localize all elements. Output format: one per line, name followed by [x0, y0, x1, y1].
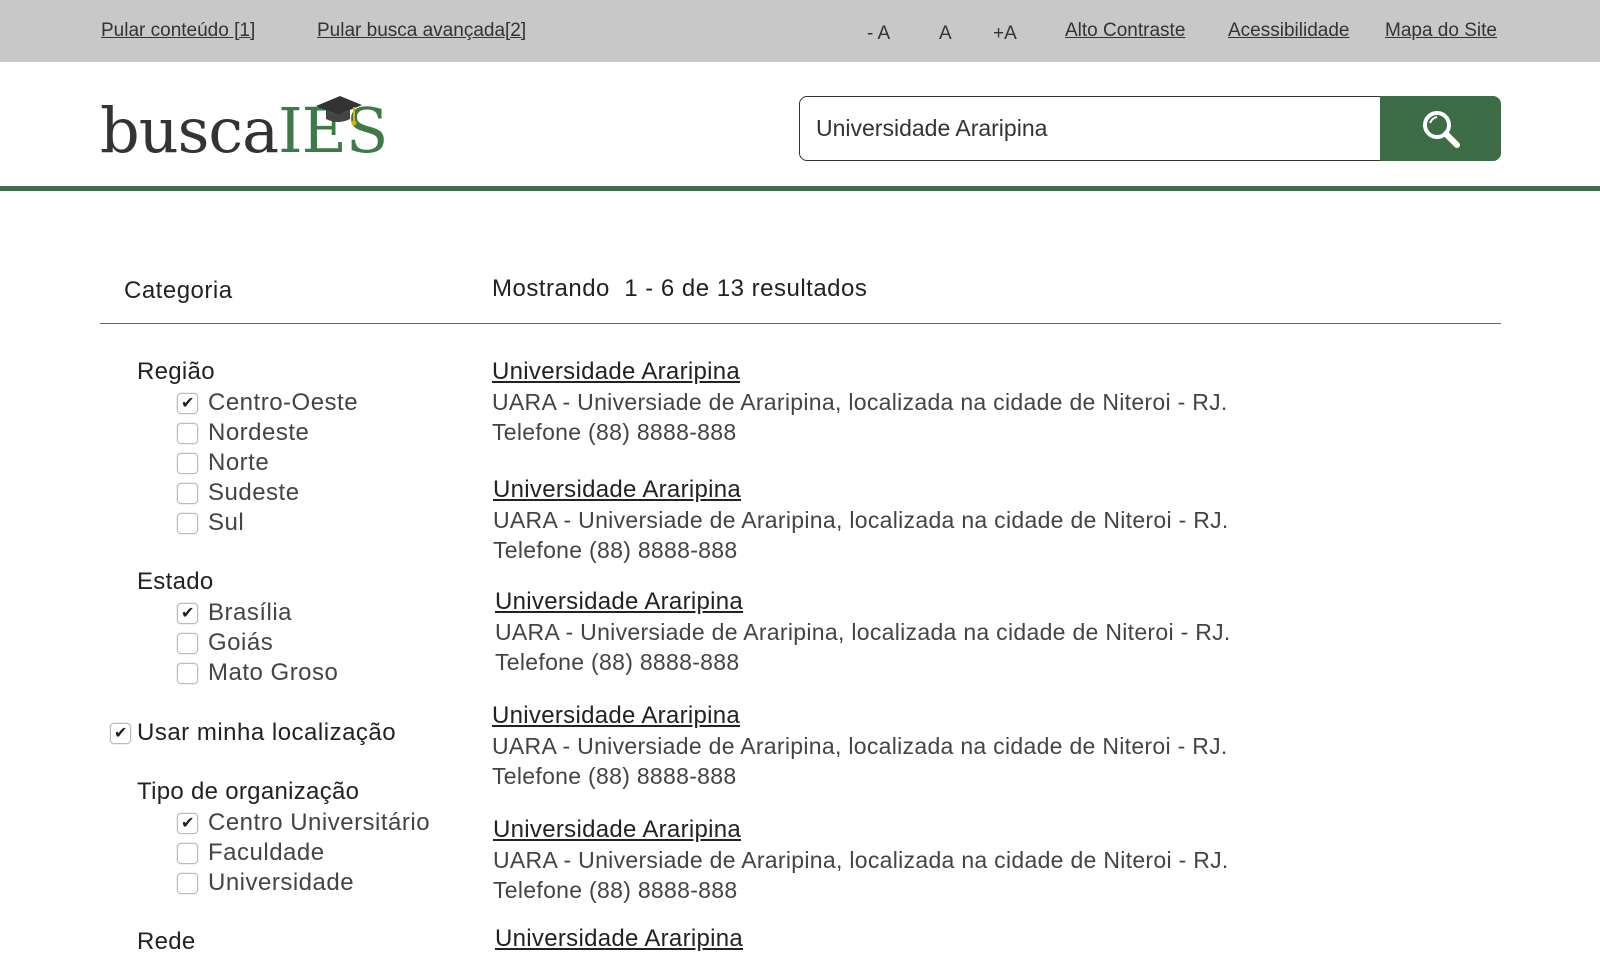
result-phone: Telefone (88) 8888-888: [492, 419, 737, 445]
checkbox[interactable]: [177, 512, 198, 534]
high-contrast-link[interactable]: Alto Contraste: [1065, 20, 1185, 42]
font-normal-button[interactable]: A: [939, 23, 952, 45]
result-description: UARA - Universiade de Araripina, localiz…: [493, 847, 1229, 873]
search-bar: [799, 96, 1501, 161]
filter-regiao-centro-oeste[interactable]: Centro-Oeste: [177, 389, 358, 417]
result-description: UARA - Universiade de Araripina, localiz…: [492, 389, 1228, 415]
result-item: Universidade Araripina: [495, 924, 1295, 954]
skip-content-link[interactable]: Pular conteúdo [1]: [101, 20, 255, 42]
search-button[interactable]: [1380, 96, 1501, 161]
result-phone: Telefone (88) 8888-888: [492, 763, 737, 789]
sidebar-title: Categoria: [124, 277, 233, 304]
font-increase-button[interactable]: +A: [993, 23, 1017, 45]
filter-tipo-universidade[interactable]: Universidade: [177, 869, 354, 897]
result-item: Universidade Araripina UARA - Universiad…: [492, 357, 1292, 447]
result-item: Universidade Araripina UARA - Universiad…: [493, 815, 1293, 905]
search-icon: [1422, 110, 1460, 148]
use-my-location-checkbox[interactable]: Usar minha localização: [110, 719, 396, 747]
filter-estado-goias[interactable]: Goiás: [177, 629, 273, 657]
font-decrease-button[interactable]: - A: [867, 23, 890, 45]
search-input[interactable]: [799, 96, 1381, 161]
checkbox[interactable]: [177, 872, 198, 894]
filter-estado-brasilia[interactable]: Brasília: [177, 599, 292, 627]
checkbox[interactable]: [110, 722, 131, 744]
result-description: UARA - Universiade de Araripina, localiz…: [495, 619, 1231, 645]
result-item: Universidade Araripina UARA - Universiad…: [492, 701, 1292, 791]
result-title-link[interactable]: Universidade Araripina: [495, 924, 1295, 954]
result-phone: Telefone (88) 8888-888: [493, 537, 738, 563]
accessibility-link[interactable]: Acessibilidade: [1228, 20, 1349, 42]
result-description: UARA - Universiade de Araripina, localiz…: [493, 507, 1229, 533]
filter-regiao-sul[interactable]: Sul: [177, 509, 244, 537]
result-title-link[interactable]: Universidade Araripina: [493, 815, 1293, 845]
filter-group-tipo-title: Tipo de organização: [137, 778, 360, 805]
result-phone: Telefone (88) 8888-888: [493, 877, 738, 903]
checkbox[interactable]: [177, 392, 198, 414]
checkbox[interactable]: [177, 812, 198, 834]
result-title-link[interactable]: Universidade Araripina: [495, 587, 1295, 617]
graduation-cap-icon: [316, 96, 362, 126]
filter-regiao-norte[interactable]: Norte: [177, 449, 269, 477]
logo-text-busca: busca: [100, 94, 279, 167]
results-summary: Mostrando 1 - 6 de 13 resultados: [492, 275, 868, 302]
filter-group-estado-title: Estado: [137, 568, 214, 595]
checkbox[interactable]: [177, 842, 198, 864]
result-item: Universidade Araripina UARA - Universiad…: [493, 475, 1293, 565]
filter-tipo-centro-universitario[interactable]: Centro Universitário: [177, 809, 430, 837]
filter-group-regiao-title: Região: [137, 358, 215, 385]
header-divider: [0, 186, 1600, 191]
content-divider: [100, 323, 1501, 324]
checkbox[interactable]: [177, 662, 198, 684]
checkbox[interactable]: [177, 482, 198, 504]
result-title-link[interactable]: Universidade Araripina: [492, 357, 1292, 387]
filter-group-rede-title: Rede: [137, 928, 196, 955]
checkbox[interactable]: [177, 632, 198, 654]
checkbox[interactable]: [177, 602, 198, 624]
filter-regiao-nordeste[interactable]: Nordeste: [177, 419, 309, 447]
checkbox[interactable]: [177, 422, 198, 444]
result-description: UARA - Universiade de Araripina, localiz…: [492, 733, 1228, 759]
accessibility-bar: Pular conteúdo [1] Pular busca avançada[…: [0, 0, 1600, 62]
filter-regiao-sudeste[interactable]: Sudeste: [177, 479, 300, 507]
result-title-link[interactable]: Universidade Araripina: [492, 701, 1292, 731]
site-logo[interactable]: buscaIES: [100, 92, 388, 164]
skip-advanced-search-link[interactable]: Pular busca avançada[2]: [317, 20, 526, 42]
filter-estado-mato-groso[interactable]: Mato Groso: [177, 659, 338, 687]
checkbox[interactable]: [177, 452, 198, 474]
result-title-link[interactable]: Universidade Araripina: [493, 475, 1293, 505]
result-phone: Telefone (88) 8888-888: [495, 649, 740, 675]
filter-tipo-faculdade[interactable]: Faculdade: [177, 839, 325, 867]
sitemap-link[interactable]: Mapa do Site: [1385, 20, 1497, 42]
result-item: Universidade Araripina UARA - Universiad…: [495, 587, 1295, 677]
